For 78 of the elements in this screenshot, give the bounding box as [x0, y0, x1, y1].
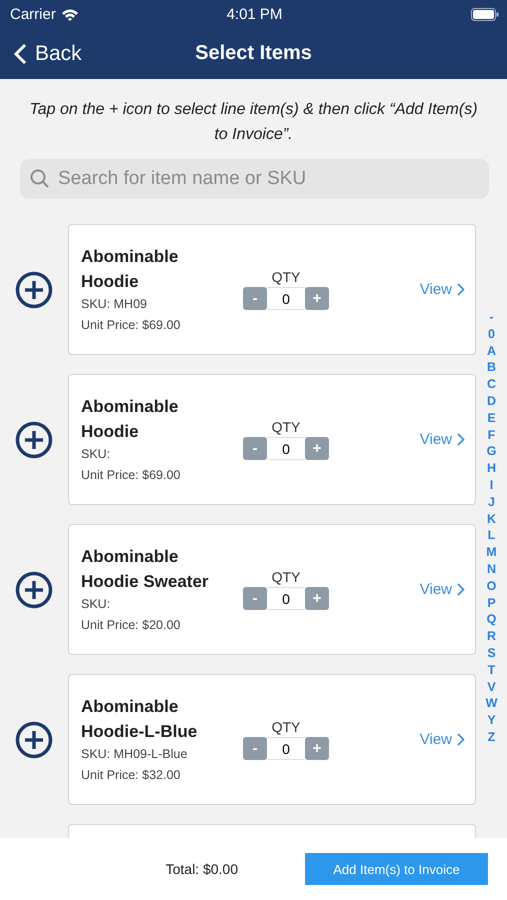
chevron-right-icon	[457, 433, 465, 446]
index-letter[interactable]: N	[486, 560, 496, 578]
view-link[interactable]: View	[420, 731, 465, 748]
index-letter[interactable]: V	[487, 678, 496, 696]
back-button[interactable]: Back	[14, 42, 82, 66]
index-letter[interactable]: Y	[487, 712, 496, 729]
unit-price: Unit Price: $69.00	[81, 466, 182, 484]
item-sku: SKU:	[81, 596, 112, 612]
index-letter[interactable]: M	[486, 544, 497, 561]
unit-price: Unit Price: $32.00	[81, 766, 182, 784]
quantity-field[interactable]: 0	[267, 287, 305, 310]
item-sku: SKU: MH09	[81, 296, 148, 312]
index-letter[interactable]: 0	[488, 326, 495, 343]
item-name: Abominable Hoodie	[81, 246, 180, 292]
index-letter[interactable]: L	[488, 527, 496, 544]
index-letter[interactable]: D	[486, 392, 496, 410]
clock-time: 4:01 PM	[226, 6, 282, 22]
chevron-right-icon	[457, 283, 465, 296]
increment-button[interactable]: +	[305, 287, 329, 310]
decrement-button[interactable]: -	[243, 437, 267, 460]
chevron-right-icon	[457, 733, 465, 746]
plus-circle-icon	[15, 420, 53, 458]
index-letter[interactable]: C	[486, 376, 496, 393]
index-letter[interactable]: Q	[486, 611, 496, 628]
quantity-field[interactable]: 0	[267, 437, 305, 460]
decrement-button[interactable]: -	[243, 587, 267, 610]
index-letter[interactable]: J	[488, 494, 495, 511]
total-amount: Total: $0.00	[166, 861, 238, 877]
wifi-icon	[60, 8, 79, 20]
unit-price: Unit Price: $69.00	[81, 316, 182, 334]
qty-label: QTY	[272, 419, 300, 435]
index-letter[interactable]: F	[488, 426, 496, 444]
index-letter[interactable]: E	[487, 410, 496, 427]
battery-icon	[471, 8, 499, 20]
index-letter[interactable]: O	[486, 578, 496, 595]
index-letter[interactable]: I	[490, 476, 494, 494]
index-letter[interactable]: K	[486, 510, 496, 528]
qty-label: QTY	[272, 719, 300, 735]
view-link[interactable]: View	[420, 281, 465, 298]
index-letter[interactable]: A	[486, 342, 496, 360]
item-sku: SKU:	[81, 446, 112, 462]
view-link[interactable]: View	[420, 581, 465, 598]
qty-label: QTY	[272, 569, 300, 585]
quantity-field[interactable]: 0	[267, 587, 305, 610]
index-letter[interactable]: S	[487, 644, 496, 662]
instruction-text: Tap on the + icon to select line item(s) & then click “Add Item(s) to Invoice”.	[28, 100, 479, 145]
index-letter[interactable]: R	[486, 628, 496, 645]
add-to-invoice-button[interactable]: Add Item(s) to Invoice	[305, 853, 488, 885]
chevron-right-icon	[457, 583, 465, 596]
increment-button[interactable]: +	[305, 737, 329, 760]
view-link[interactable]: View	[420, 431, 465, 448]
quantity-field[interactable]: 0	[267, 737, 305, 760]
screen-title: Select Items	[195, 42, 312, 65]
qty-label: QTY	[272, 269, 300, 285]
index-letter[interactable]: P	[487, 594, 496, 612]
increment-button[interactable]: +	[305, 587, 329, 610]
plus-circle-icon	[15, 570, 53, 608]
decrement-button[interactable]: -	[243, 737, 267, 760]
search-field[interactable]: Search for item name or SKU	[20, 159, 489, 199]
index-letter[interactable]: W	[486, 695, 498, 712]
index-letter[interactable]: B	[486, 359, 496, 376]
search-icon	[30, 169, 49, 188]
item-name: Abominable Hoodie	[81, 396, 180, 442]
plus-circle-icon	[15, 270, 53, 308]
item-sku: SKU: MH09-L-Blue	[81, 746, 188, 762]
plus-circle-icon	[15, 720, 53, 758]
index-letter[interactable]: T	[488, 662, 496, 679]
item-name: Abominable Hoodie Sweater	[81, 546, 210, 592]
index-letter[interactable]: G	[486, 443, 496, 460]
index-letter[interactable]: Z	[488, 728, 496, 746]
index-letter[interactable]: -	[489, 309, 494, 326]
decrement-button[interactable]: -	[243, 287, 267, 310]
carrier-label: Carrier	[10, 6, 56, 22]
index-letter[interactable]: H	[486, 460, 496, 477]
item-name: Abominable Hoodie-L-Blue	[81, 696, 198, 742]
increment-button[interactable]: +	[305, 437, 329, 460]
unit-price: Unit Price: $20.00	[81, 616, 182, 634]
chevron-left-icon	[14, 42, 27, 64]
